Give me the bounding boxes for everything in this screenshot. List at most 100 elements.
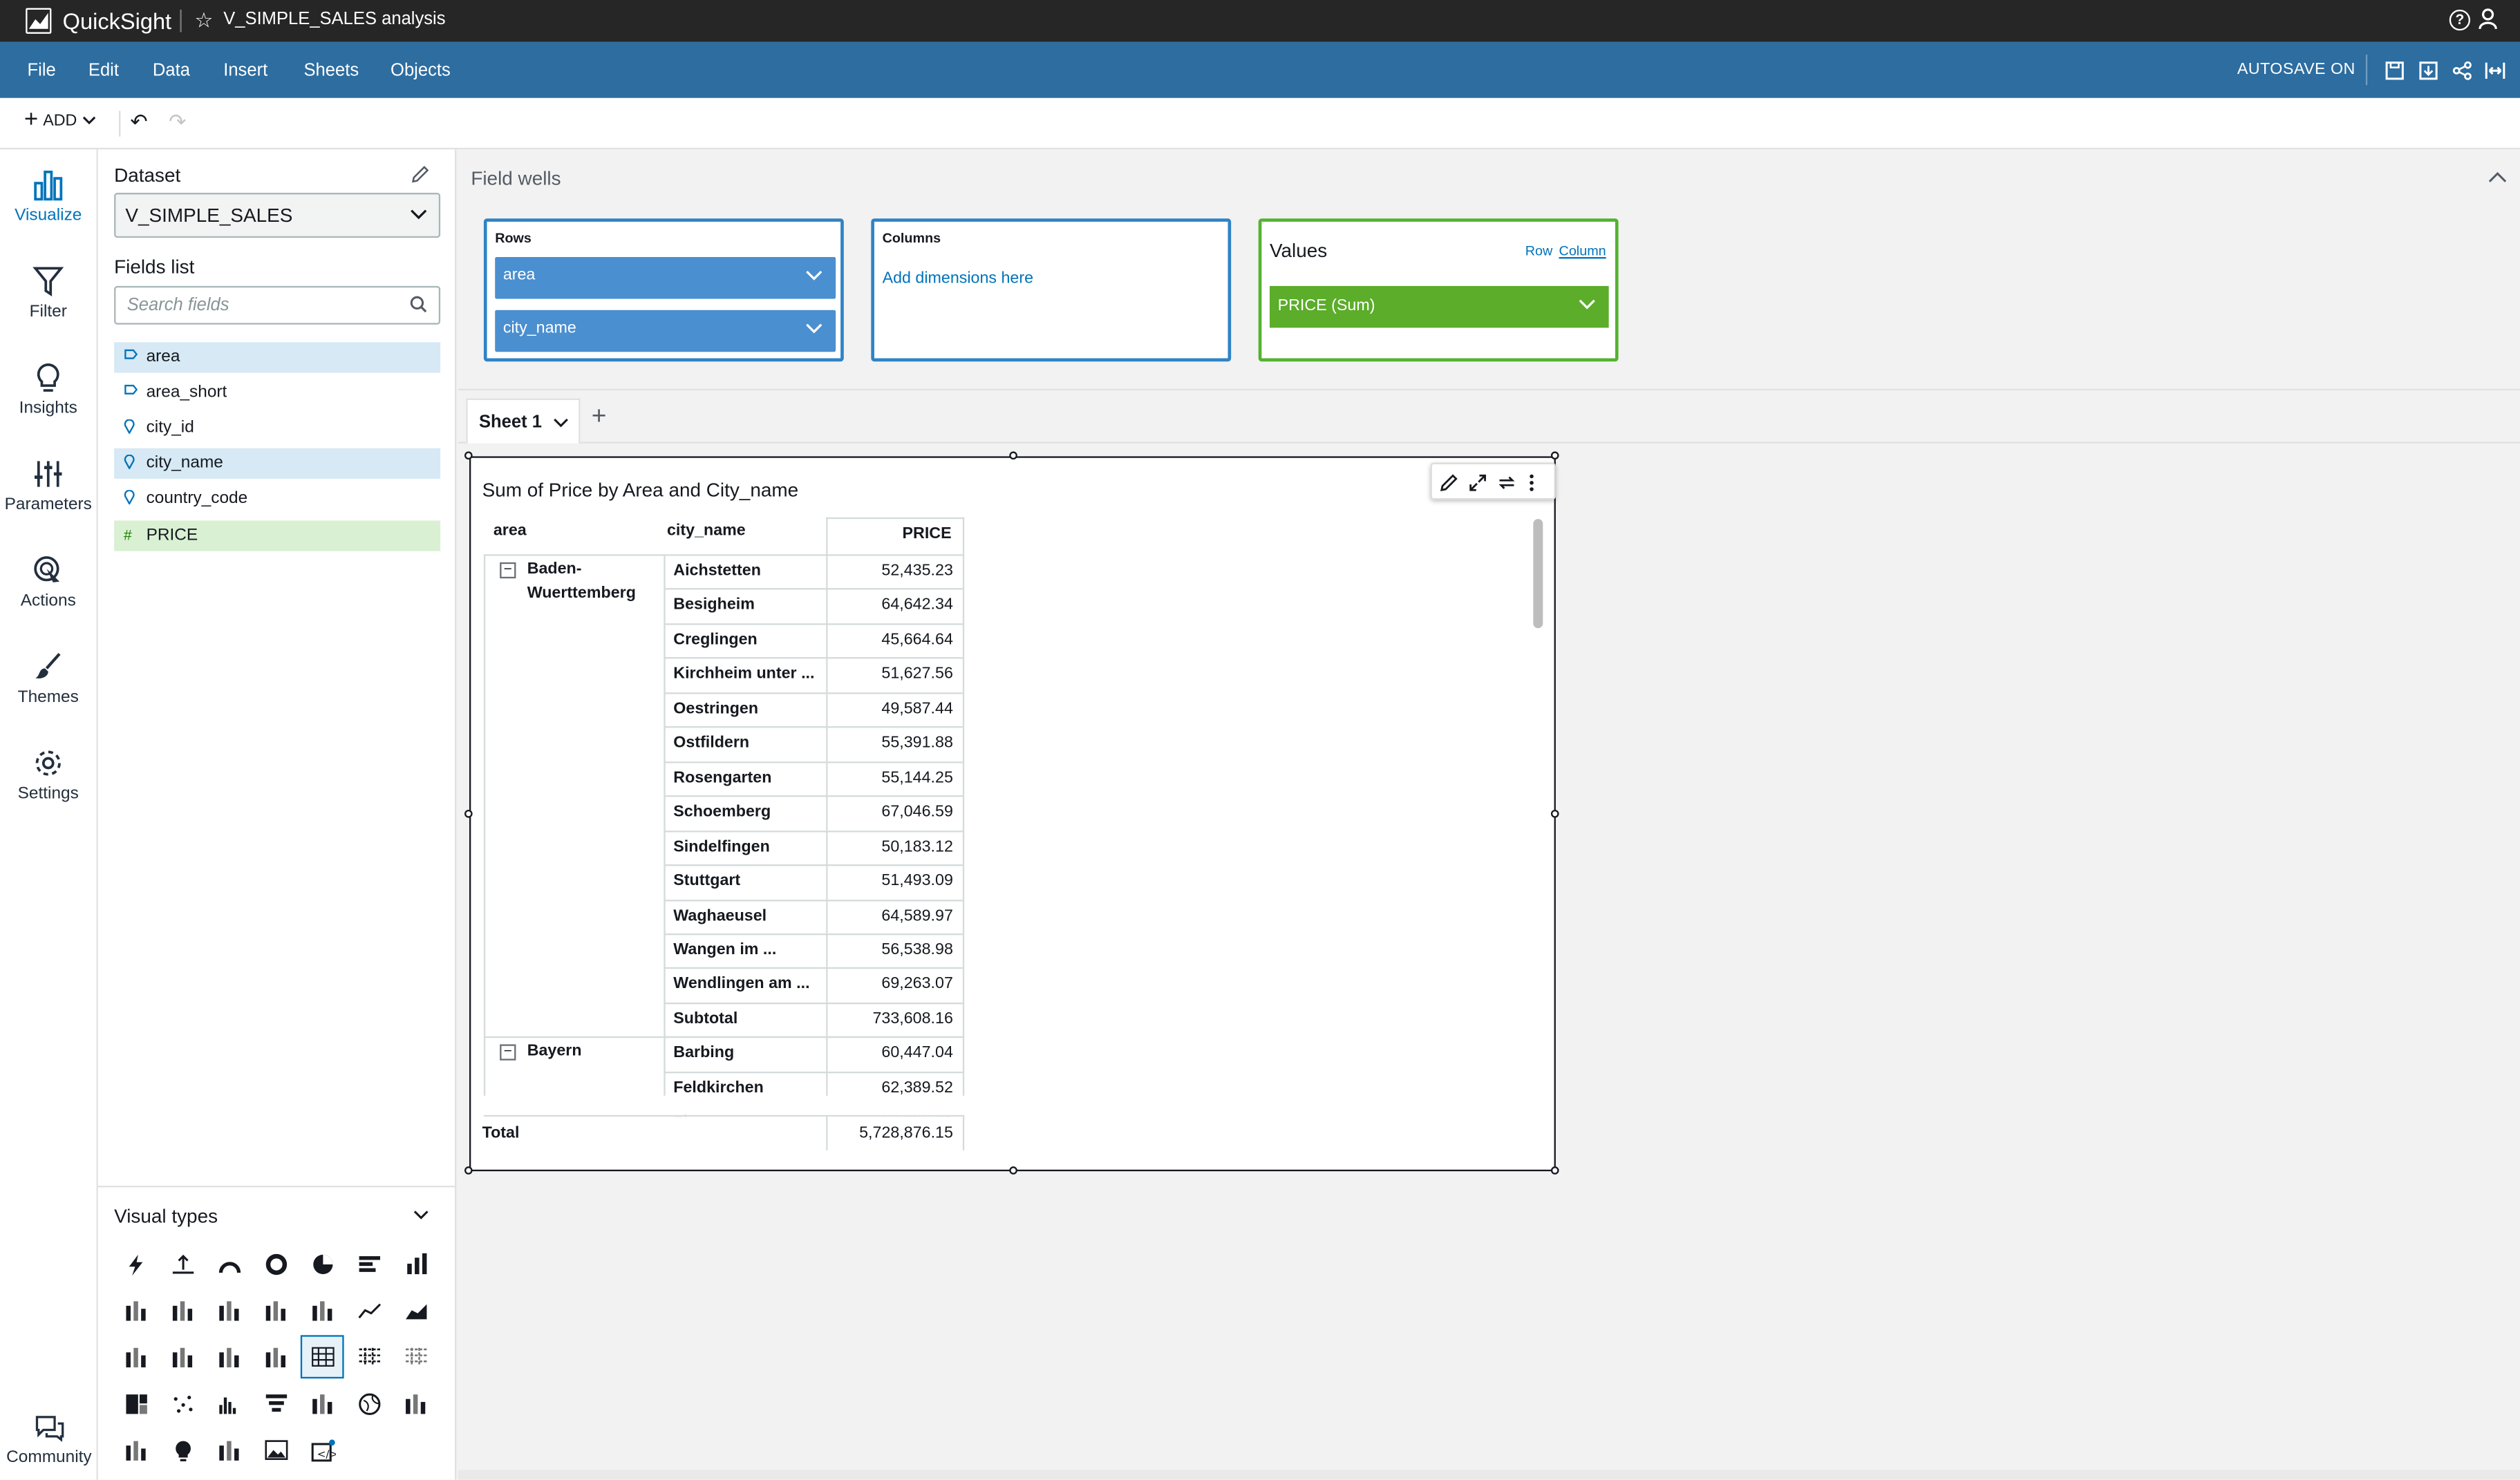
histogram-icon[interactable] [207, 1382, 251, 1425]
menu-edit[interactable]: Edit [88, 61, 119, 80]
custom-visual-icon[interactable]: </> [301, 1428, 344, 1472]
scatter-icon[interactable] [161, 1382, 205, 1425]
geo-map-icon[interactable] [347, 1382, 391, 1425]
field-price[interactable]: # PRICE [114, 520, 441, 551]
row-header-area[interactable]: Wuerttemberg [527, 585, 636, 603]
row-header-city[interactable]: Kirchheim unter ... [673, 665, 814, 683]
fit-width-icon[interactable] [2485, 59, 2505, 88]
column-header-city[interactable]: city_name [667, 522, 746, 540]
collapse-toggle-icon[interactable]: − [500, 1044, 516, 1061]
rows-pill-city-name[interactable]: city_name [495, 310, 836, 352]
combo-stacked-icon[interactable] [207, 1335, 251, 1378]
row-header-city[interactable]: Feldkirchen [673, 1079, 764, 1097]
resize-handle[interactable] [1009, 451, 1017, 460]
menu-file[interactable]: File [28, 61, 56, 80]
resize-handle[interactable] [464, 451, 473, 460]
price-cell[interactable]: 64,642.34 [826, 597, 952, 615]
subtotal-value[interactable]: 733,608.16 [826, 1010, 952, 1028]
chevron-up-icon[interactable] [2488, 171, 2508, 183]
price-cell[interactable]: 45,664.64 [826, 632, 952, 649]
menu-insert[interactable]: Insert [223, 61, 267, 80]
menu-sheets[interactable]: Sheets [303, 61, 359, 80]
price-cell[interactable]: 50,183.12 [826, 838, 952, 856]
line-icon[interactable] [347, 1289, 391, 1332]
menu-objects[interactable]: Objects [391, 61, 451, 80]
price-cell[interactable]: 56,538.98 [826, 941, 952, 959]
field-area-short[interactable]: area_short [114, 377, 440, 408]
rail-parameters[interactable]: Parameters [0, 458, 97, 548]
price-cell[interactable]: 62,389.52 [826, 1079, 952, 1097]
combo-bar-line-icon[interactable] [161, 1335, 205, 1378]
price-cell[interactable]: 55,144.25 [826, 769, 952, 787]
vertical-scrollbar[interactable] [1533, 519, 1543, 629]
insight-icon[interactable] [161, 1428, 205, 1472]
gauge-icon[interactable] [207, 1242, 251, 1285]
radar-icon[interactable] [114, 1428, 158, 1472]
price-cell[interactable]: 52,435.23 [826, 562, 952, 580]
box-plot-icon[interactable] [254, 1335, 297, 1378]
image-icon[interactable] [254, 1428, 297, 1472]
autograph-icon[interactable] [114, 1242, 158, 1285]
row-header-city[interactable]: Barbing [673, 1045, 734, 1063]
resize-handle[interactable] [464, 1166, 473, 1175]
table-icon[interactable] [347, 1335, 391, 1378]
row-header-city[interactable]: Waghaeusel [673, 907, 767, 925]
row-header-city[interactable]: Ostfildern [673, 734, 749, 752]
analysis-title[interactable]: V_SIMPLE_SALES analysis [223, 10, 445, 29]
hbar-100-icon[interactable] [207, 1289, 251, 1332]
sankey-icon[interactable] [301, 1382, 344, 1425]
resize-handle[interactable] [1550, 809, 1559, 818]
subtotal-label[interactable]: Subtotal [673, 1010, 737, 1028]
rows-pill-area[interactable]: area [495, 257, 836, 299]
price-cell[interactable]: 67,046.59 [826, 804, 952, 822]
chevron-down-icon[interactable] [553, 418, 569, 428]
price-cell[interactable]: 55,391.88 [826, 734, 952, 752]
kpi-icon[interactable] [161, 1242, 205, 1285]
rail-filter[interactable]: Filter [0, 265, 97, 355]
field-area[interactable]: area [114, 342, 441, 373]
tree-map-icon[interactable] [114, 1382, 158, 1425]
row-header-city[interactable]: Besigheim [673, 597, 755, 615]
row-header-city[interactable]: Stuttgart [673, 873, 740, 891]
values-well[interactable]: Values Row Column PRICE (Sum) [1258, 218, 1619, 362]
row-header-city[interactable]: Wendlingen am ... [673, 976, 809, 994]
pivot-table-visual[interactable]: Sum of Price by Area and City_name area c… [464, 451, 1559, 1175]
favorite-star-icon[interactable]: ☆ [194, 8, 213, 32]
resize-handle[interactable] [1550, 1166, 1559, 1175]
download-icon[interactable] [2419, 59, 2438, 88]
community-button[interactable]: Community [0, 1414, 98, 1467]
save-icon[interactable] [2385, 59, 2405, 88]
price-cell[interactable]: 60,447.04 [826, 1045, 952, 1063]
rail-settings[interactable]: Settings [0, 747, 97, 837]
add-button[interactable]: + ADD [24, 108, 96, 132]
column-header-area[interactable]: area [493, 522, 527, 540]
values-pill-price-sum[interactable]: PRICE (Sum) [1269, 285, 1609, 328]
hbar-stacked-icon[interactable] [114, 1289, 158, 1332]
vbar-icon[interactable] [394, 1242, 438, 1285]
swap-icon[interactable] [1498, 474, 1516, 492]
vbar-100-icon[interactable] [254, 1289, 297, 1332]
pencil-icon[interactable] [411, 162, 429, 191]
autosave-status[interactable]: AUTOSAVE ON [2237, 61, 2356, 79]
menu-data[interactable]: Data [153, 61, 190, 80]
search-fields-input[interactable]: Search fields [114, 285, 441, 325]
columns-well[interactable]: Columns Add dimensions here [871, 218, 1232, 362]
rail-insights[interactable]: Insights [0, 361, 97, 451]
values-column-toggle[interactable]: Column [1559, 243, 1606, 258]
resize-handle[interactable] [1550, 451, 1559, 460]
rail-visualize[interactable]: Visualize [0, 169, 97, 258]
stacked-area-icon[interactable] [114, 1335, 158, 1378]
row-header-city[interactable]: Schoemberg [673, 804, 771, 822]
column-header-price[interactable]: PRICE [826, 525, 952, 543]
price-cell[interactable]: 49,587.44 [826, 700, 952, 718]
collapse-toggle-icon[interactable]: − [500, 562, 516, 579]
row-header-city[interactable]: Creglingen [673, 632, 757, 649]
area-icon[interactable] [394, 1289, 438, 1332]
word-cloud-icon[interactable] [207, 1428, 251, 1472]
quicksight-logo-icon[interactable] [26, 8, 52, 34]
pie-icon[interactable] [301, 1242, 344, 1285]
waterfall-icon[interactable] [301, 1289, 344, 1332]
price-cell[interactable]: 51,493.09 [826, 873, 952, 891]
donut-icon[interactable] [254, 1242, 297, 1285]
row-header-city[interactable]: Oestringen [673, 700, 758, 718]
